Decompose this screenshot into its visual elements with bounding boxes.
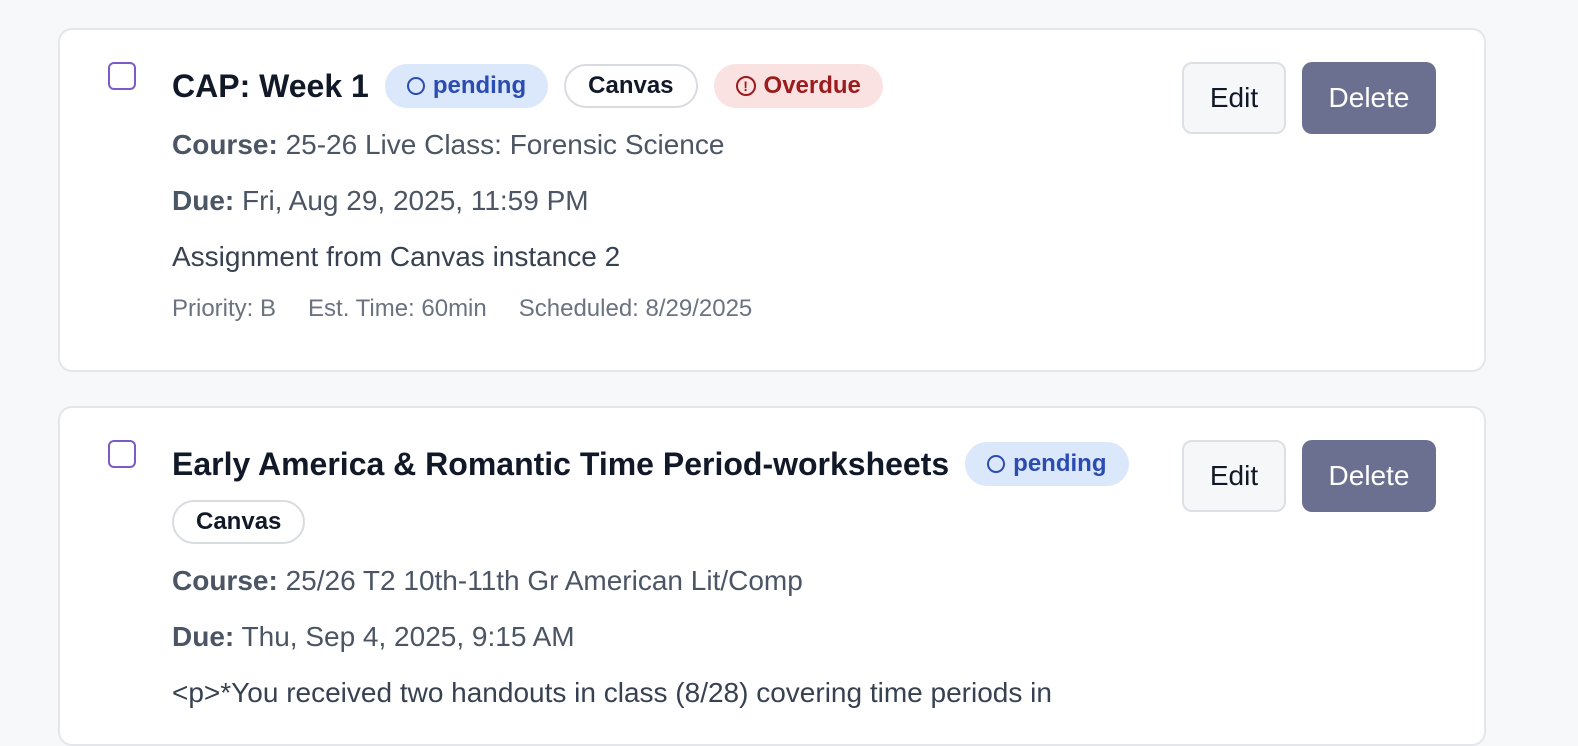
delete-button[interactable]: Delete [1302, 62, 1436, 134]
status-label: pending [1013, 450, 1107, 477]
assignment-card: CAP: Week 1 pending Canvas ! Overdue Cou… [58, 28, 1486, 372]
course-line: Course: 25/26 T2 10th-11th Gr American L… [172, 562, 1144, 600]
course-label: Course: [172, 565, 278, 596]
course-value: 25-26 Live Class: Forensic Science [285, 129, 725, 160]
status-badge: pending [384, 64, 549, 108]
due-value: Fri, Aug 29, 2025, 11:59 PM [242, 185, 589, 216]
est-time-text: Est. Time: 60min [308, 295, 487, 322]
course-value: 25/26 T2 10th-11th Gr American Lit/Comp [285, 565, 803, 596]
scheduled-text: Scheduled: 8/29/2025 [518, 295, 753, 322]
assignment-content: Early America & Romantic Time Period-wor… [172, 442, 1144, 712]
due-label: Due: [172, 185, 235, 216]
overdue-badge: ! Overdue [713, 64, 883, 108]
assignment-description: Assignment from Canvas instance 2 [172, 241, 621, 272]
circle-icon [406, 77, 425, 95]
course-label: Course: [172, 129, 278, 160]
alert-icon: ! [735, 76, 756, 96]
assignment-description: <p>*You received two handouts in class (… [172, 677, 1052, 708]
title-row: CAP: Week 1 pending Canvas ! Overdue [172, 64, 1144, 108]
source-badge: Canvas [172, 500, 306, 544]
course-line: Course: 25-26 Live Class: Forensic Scien… [172, 126, 1144, 164]
status-badge: pending [965, 442, 1129, 486]
edit-button[interactable]: Edit [1182, 440, 1286, 512]
card-actions: Edit Delete [1182, 62, 1436, 134]
complete-checkbox[interactable] [108, 62, 136, 90]
due-line: Due: Thu, Sep 4, 2025, 9:15 AM [172, 618, 1144, 656]
due-label: Due: [172, 621, 235, 652]
assignment-title: Early America & Romantic Time Period-wor… [172, 446, 950, 482]
complete-checkbox[interactable] [108, 440, 136, 468]
overdue-label: Overdue [763, 72, 861, 99]
circle-icon [987, 455, 1006, 473]
meta-row: Priority: B Est. Time: 60min Scheduled: … [172, 292, 1144, 326]
card-actions: Edit Delete [1182, 440, 1436, 512]
assignment-content: CAP: Week 1 pending Canvas ! Overdue Cou… [172, 64, 1144, 326]
assignment-title: CAP: Week 1 [172, 68, 369, 104]
assignment-card: Early America & Romantic Time Period-wor… [58, 406, 1486, 746]
source-badge: Canvas [564, 64, 698, 108]
priority-text: Priority: B [172, 295, 277, 322]
due-value: Thu, Sep 4, 2025, 9:15 AM [241, 621, 575, 652]
edit-button[interactable]: Edit [1182, 62, 1286, 134]
delete-button[interactable]: Delete [1302, 440, 1436, 512]
due-line: Due: Fri, Aug 29, 2025, 11:59 PM [172, 182, 1144, 220]
title-row: Early America & Romantic Time Period-wor… [172, 442, 1144, 544]
status-label: pending [432, 72, 527, 99]
